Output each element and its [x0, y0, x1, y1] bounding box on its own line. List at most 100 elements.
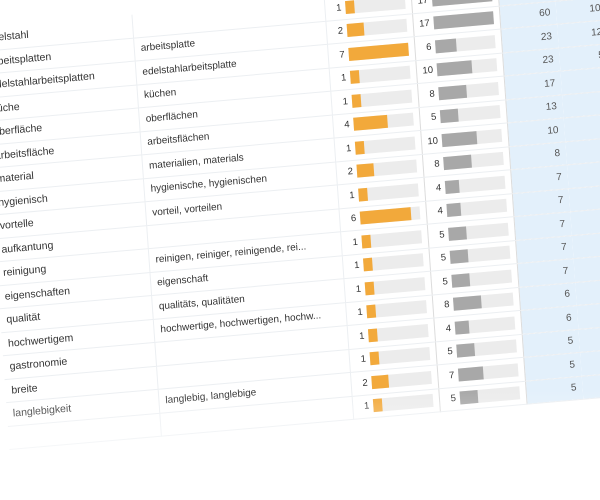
- count2-bar-fill: [434, 38, 457, 54]
- count2-value: 4: [437, 205, 444, 218]
- count2-bar-fill: [452, 295, 483, 311]
- count2-bar-group: 17: [415, 11, 495, 31]
- count1-bar-fill: [348, 42, 409, 61]
- count2-bar-track: [459, 386, 521, 405]
- count1-bar-fill: [351, 93, 361, 108]
- count2-bar-track: [439, 105, 501, 124]
- count1-bar-group: 2: [339, 159, 418, 180]
- count2-bar-track: [449, 245, 511, 265]
- count2-bar-track: [454, 316, 516, 335]
- metric-b-cell: 120: [557, 19, 600, 48]
- count2-value: 7: [448, 369, 455, 382]
- count2-value: 10: [427, 135, 439, 148]
- count2-value: 17: [417, 0, 429, 7]
- count2-bar-group: 7: [440, 363, 519, 383]
- metric-b-cell: 34: [566, 159, 600, 189]
- count1-bar-group: 4: [335, 112, 414, 133]
- metric-b-cell: 20: [580, 347, 600, 376]
- count1-value: 1: [345, 142, 352, 155]
- count2-value: 5: [442, 275, 449, 288]
- count2-bar-fill: [451, 273, 470, 288]
- count2-bar-fill: [446, 203, 462, 218]
- count2-bar-group: 8: [435, 292, 514, 313]
- count2-value: 5: [447, 346, 454, 358]
- count1-bar-group: 1: [334, 89, 413, 109]
- count2-bar-fill: [459, 390, 479, 405]
- count1-bar-fill: [344, 0, 355, 14]
- count1-bar-group: 2: [329, 19, 408, 39]
- count1-bar-track: [356, 159, 418, 178]
- count2-value: 17: [418, 18, 431, 30]
- count1-bar-fill: [366, 304, 376, 319]
- metric-a-cell: 5: [525, 375, 584, 405]
- count1-bar-track: [359, 206, 421, 225]
- count2-bar-group: 4: [428, 199, 508, 219]
- count2-value: 4: [435, 182, 442, 194]
- count1-value: 1: [353, 260, 360, 272]
- count2-bar-fill: [436, 60, 473, 77]
- count2-bar-track: [456, 339, 517, 358]
- count1-bar-group: 1: [343, 230, 423, 250]
- count1-value: 1: [363, 400, 370, 413]
- count2-value: 8: [429, 88, 436, 100]
- metric-b-cell: 35: [571, 230, 600, 259]
- count2-bar-fill: [441, 130, 478, 147]
- count2-bar-group: 5: [433, 269, 513, 289]
- count1-value: 4: [343, 119, 351, 131]
- count1-bar-group: 7: [330, 42, 409, 62]
- count1-value: 2: [362, 377, 369, 389]
- count1-bar-group: 1: [345, 253, 424, 273]
- count2-bar-track: [452, 292, 514, 311]
- count2-bar-fill: [433, 11, 495, 30]
- count1-bar-fill: [364, 281, 375, 296]
- count2-bar-group: 5: [438, 339, 517, 360]
- count1-value: 1: [355, 283, 362, 295]
- count2-bar-fill: [443, 154, 473, 171]
- count2-bar-fill: [456, 343, 475, 358]
- metric-b-cell: 18: [575, 277, 600, 306]
- count1-bar-track: [369, 347, 431, 366]
- count1-bar-track: [372, 394, 434, 413]
- count1-value: 6: [350, 213, 357, 225]
- count2-bar-fill: [444, 179, 460, 194]
- count1-bar-fill: [356, 163, 375, 178]
- count1-bar-track: [366, 300, 427, 319]
- count2-bar-track: [443, 152, 504, 171]
- count1-bar-track: [346, 19, 408, 38]
- metric-b-cell: 25: [578, 324, 600, 353]
- count1-bar-fill: [354, 140, 365, 155]
- count1-bar-fill: [369, 351, 380, 366]
- count2-bar-group: 4: [437, 316, 516, 336]
- count1-bar-group: 1: [355, 394, 434, 414]
- count1-bar-fill: [353, 115, 389, 132]
- count2-bar-track: [446, 199, 508, 218]
- count1-bar-track: [361, 230, 423, 249]
- count2-bar-fill: [449, 249, 469, 265]
- viewport: edelstahl117609276arbeitsplattenarbeitsp…: [0, 0, 600, 500]
- metric-b-cell: 55: [558, 42, 600, 72]
- count2-value: 4: [445, 322, 452, 335]
- count1-bar-track: [351, 89, 413, 108]
- count1-bar-track: [371, 370, 432, 389]
- count2-bar-track: [448, 222, 509, 241]
- count2-value: 5: [440, 252, 447, 264]
- count2-value: 10: [422, 64, 434, 77]
- count1-bar-track: [367, 323, 429, 343]
- metric-b-cell: 26: [565, 136, 600, 165]
- count2-bar-group: 5: [432, 245, 511, 266]
- count2-bar-group: 8: [420, 81, 499, 102]
- count1-bar-track: [344, 0, 406, 14]
- count2-bar-track: [436, 58, 498, 77]
- count2-value: 5: [438, 229, 445, 241]
- count2-value: 8: [433, 158, 441, 171]
- count2-bar-track: [433, 11, 495, 30]
- count2-bar-track: [431, 0, 493, 7]
- count1-bar-fill: [346, 22, 365, 38]
- count1-bar-track: [358, 183, 419, 202]
- count2-bar-fill: [457, 366, 484, 382]
- count2-value: 8: [443, 299, 450, 311]
- count2-bar-track: [457, 363, 519, 382]
- count1-bar-group: 6: [342, 206, 421, 227]
- count1-bar-fill: [359, 207, 412, 225]
- term-table-sheet: edelstahl117609276arbeitsplattenarbeitsp…: [0, 0, 600, 450]
